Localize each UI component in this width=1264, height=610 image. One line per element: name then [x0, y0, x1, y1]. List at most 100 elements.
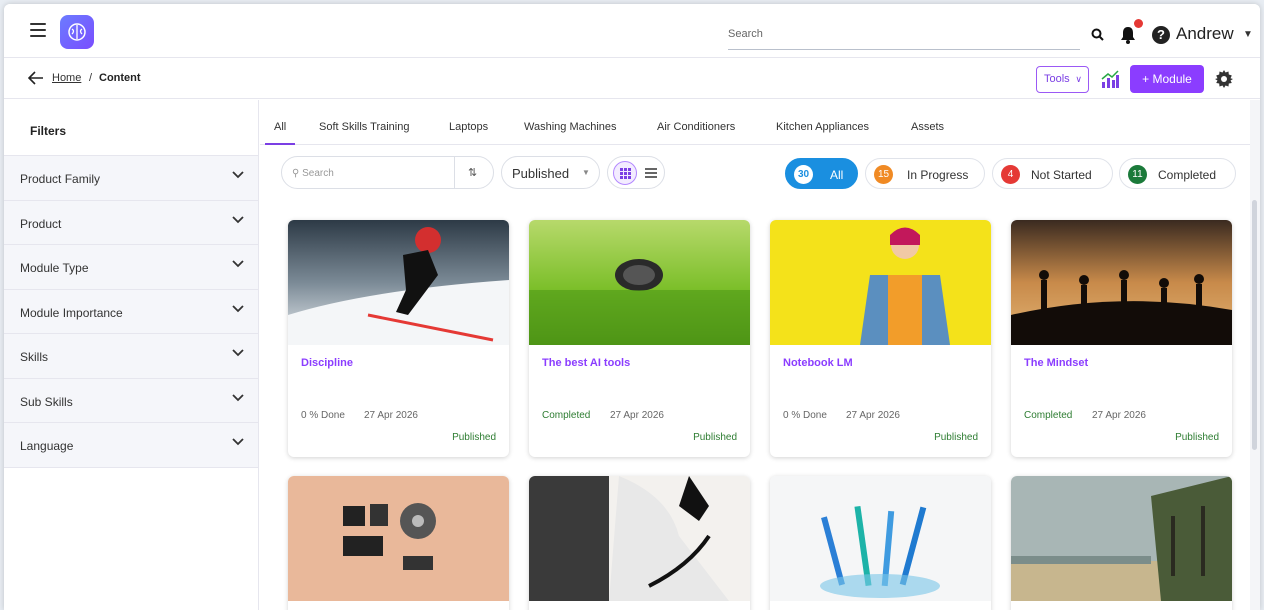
filter-language[interactable]: Language	[4, 423, 258, 468]
filter-product[interactable]: Product	[4, 200, 258, 245]
card-status: Published	[1175, 432, 1219, 443]
scrollbar-thumb[interactable]	[1252, 200, 1257, 450]
category-tabs: All Soft Skills Training Laptops Washing…	[260, 100, 1260, 145]
app-window: Search ? Andrew ▼ Home / Content Tools ∨ …	[4, 4, 1260, 610]
card-progress: Completed	[542, 410, 591, 421]
woman-phone-thumbnail	[529, 476, 750, 601]
watch-on-grass-thumbnail	[529, 220, 750, 345]
filter-pill-not-started[interactable]: 4 Not Started	[992, 158, 1113, 189]
gear-icon[interactable]	[1215, 70, 1233, 88]
breadcrumb-separator: /	[89, 72, 93, 84]
divider	[454, 157, 455, 188]
chevron-down-icon	[232, 438, 244, 446]
chevron-down-icon	[232, 393, 244, 401]
card-title[interactable]: Discipline	[301, 357, 353, 369]
tools-label: Tools	[1044, 73, 1070, 85]
filter-skills[interactable]: Skills	[4, 334, 258, 379]
filter-pill-all[interactable]: 30 All	[785, 158, 858, 189]
module-card[interactable]	[1011, 476, 1232, 610]
menu-icon[interactable]	[30, 23, 46, 37]
pencils-thumbnail	[770, 476, 991, 601]
card-date: 27 Apr 2026	[1092, 410, 1146, 421]
woman-yellow-thumbnail	[770, 220, 991, 345]
card-progress: 0 % Done	[301, 410, 345, 421]
pill-label: Not Started	[1031, 168, 1092, 182]
filter-label: Product	[20, 216, 62, 231]
filter-label: Language	[20, 439, 74, 453]
filters-sidebar: Filters Product Family Product Module Ty…	[4, 100, 259, 610]
skier-thumbnail	[288, 220, 509, 345]
tab-kitchen-appliances[interactable]: Kitchen Appliances	[776, 121, 869, 133]
count-badge: 15	[874, 165, 894, 184]
chevron-down-icon	[232, 215, 244, 223]
filter-label: Sub Skills	[20, 394, 73, 409]
filter-sub-skills[interactable]: Sub Skills	[4, 378, 258, 423]
card-title[interactable]: The best AI tools	[542, 357, 630, 369]
sort-icon[interactable]: ⇅	[468, 166, 477, 179]
filter-module-importance[interactable]: Module Importance	[4, 289, 258, 334]
analytics-chart-icon[interactable]	[1100, 69, 1120, 89]
card-progress: 0 % Done	[783, 410, 827, 421]
filter-label: Module Type	[20, 261, 89, 275]
global-search-input[interactable]: Search	[728, 24, 1080, 50]
tools-dropdown[interactable]: Tools ∨	[1036, 66, 1089, 93]
filter-pill-in-progress[interactable]: 15 In Progress	[865, 158, 985, 189]
add-module-button[interactable]: + Module	[1130, 65, 1204, 93]
count-badge: 11	[1128, 165, 1147, 184]
active-tab-indicator	[265, 143, 295, 145]
pill-label: Completed	[1158, 168, 1217, 182]
chevron-down-icon: ∨	[1075, 74, 1082, 84]
module-card[interactable]: The Mindset Completed 27 Apr 2026 Publis…	[1011, 220, 1232, 457]
card-date: 27 Apr 2026	[610, 410, 664, 421]
caret-down-icon: ▼	[582, 168, 590, 177]
breadcrumb-bar: Home / Content Tools ∨ + Module	[4, 59, 1260, 99]
list-view-icon[interactable]	[645, 168, 657, 178]
module-card[interactable]	[770, 476, 991, 610]
search-icon[interactable]	[1091, 28, 1104, 41]
media-tapes-thumbnail	[288, 476, 509, 601]
tab-washing-machines[interactable]: Washing Machines	[524, 121, 617, 133]
help-icon[interactable]: ?	[1152, 26, 1170, 44]
tab-soft-skills-training[interactable]: Soft Skills Training	[319, 121, 409, 133]
top-bar: Search ? Andrew ▼	[4, 4, 1260, 58]
tab-laptops[interactable]: Laptops	[449, 121, 488, 133]
caret-down-icon[interactable]: ▼	[1243, 29, 1253, 40]
chevron-down-icon	[232, 304, 244, 312]
search-placeholder: ⚲ Search	[292, 168, 334, 179]
module-card[interactable]: Discipline 0 % Done 27 Apr 2026 Publishe…	[288, 220, 509, 457]
tab-assets[interactable]: Assets	[911, 121, 944, 133]
filter-product-family[interactable]: Product Family	[4, 156, 258, 201]
chevron-down-icon	[232, 171, 244, 179]
filter-label: Skills	[20, 350, 49, 364]
user-name[interactable]: Andrew	[1176, 24, 1234, 44]
card-status: Published	[452, 432, 496, 443]
sunset-silhouettes-thumbnail	[1011, 220, 1232, 345]
filter-pill-completed[interactable]: 11 Completed	[1119, 158, 1236, 189]
view-toggle	[607, 156, 665, 189]
card-status: Published	[934, 432, 978, 443]
grid-view-icon[interactable]	[613, 161, 637, 185]
filter-label: Module Importance	[20, 305, 123, 320]
filters-title: Filters	[4, 100, 258, 156]
breadcrumb-current: Content	[99, 72, 141, 84]
tab-air-conditioners[interactable]: Air Conditioners	[657, 121, 735, 133]
breadcrumb-home-link[interactable]: Home	[52, 72, 81, 84]
beach-trees-thumbnail	[1011, 476, 1232, 601]
brain-logo-icon[interactable]	[60, 15, 94, 49]
pill-label: In Progress	[907, 168, 969, 182]
status-select-value: Published	[512, 166, 570, 181]
content-search-input[interactable]: ⚲ Search ⇅	[281, 156, 494, 189]
card-status: Published	[693, 432, 737, 443]
filter-module-type[interactable]: Module Type	[4, 245, 258, 290]
pill-label: All	[830, 168, 844, 182]
module-card[interactable]: The best AI tools Completed 27 Apr 2026 …	[529, 220, 750, 457]
card-title[interactable]: Notebook LM	[783, 357, 853, 369]
module-card[interactable]: Notebook LM 0 % Done 27 Apr 2026 Publish…	[770, 220, 991, 457]
status-select[interactable]: Published ▼	[501, 156, 600, 189]
card-title[interactable]: The Mindset	[1024, 357, 1088, 369]
bell-icon[interactable]	[1120, 26, 1136, 44]
module-card[interactable]	[529, 476, 750, 610]
tab-all[interactable]: All	[274, 121, 286, 133]
back-arrow-icon[interactable]	[28, 71, 44, 85]
module-card[interactable]	[288, 476, 509, 610]
